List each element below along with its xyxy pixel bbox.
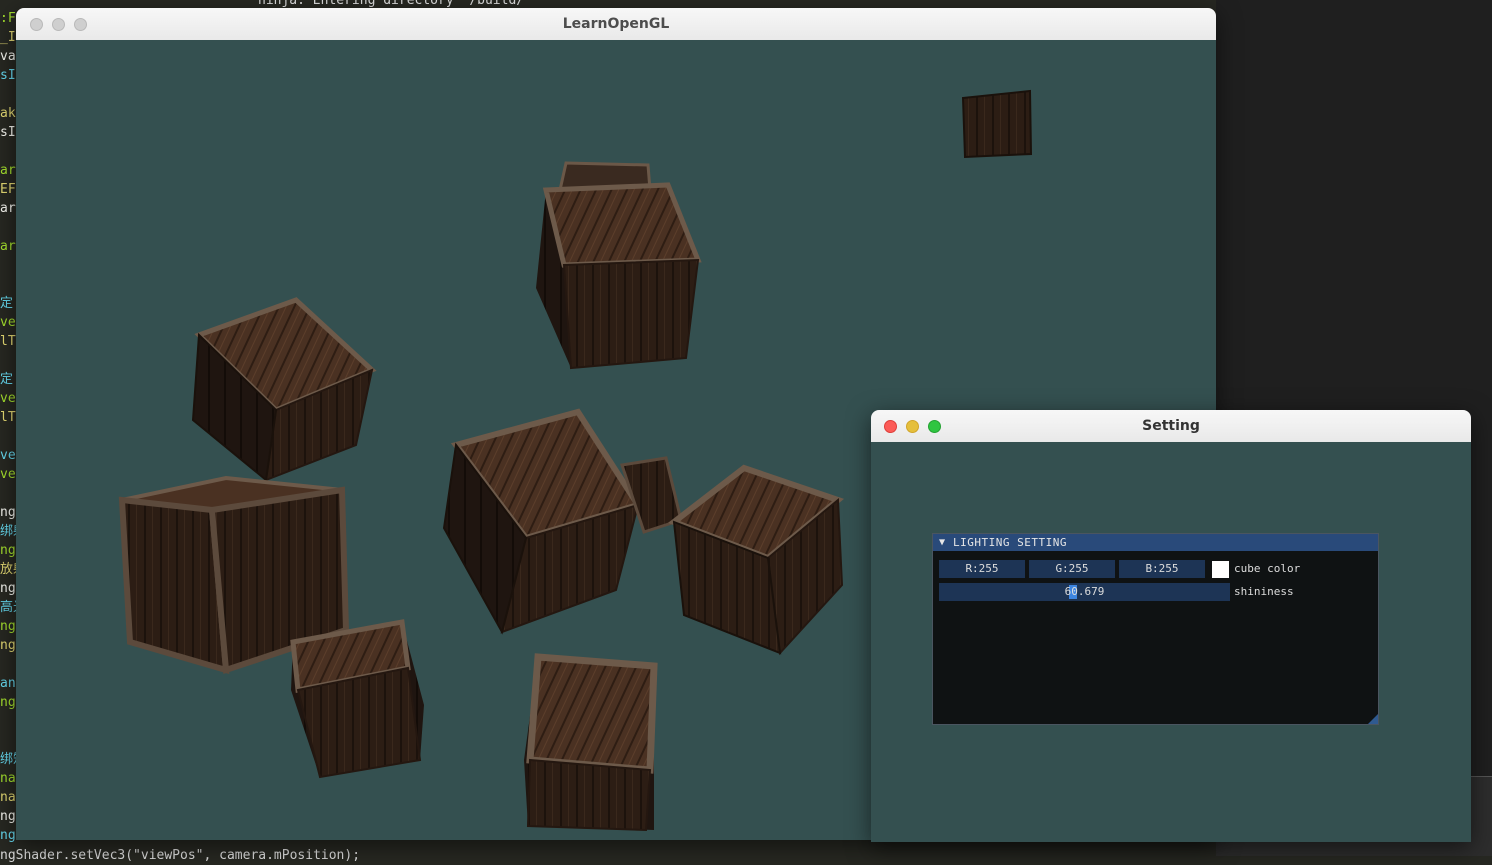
gutter-line: ng [0, 638, 16, 653]
gutter-line: :F [0, 11, 16, 26]
shininess-value: 60.679 [1064, 585, 1105, 598]
gutter-line: ve [0, 315, 16, 330]
crate [961, 89, 1033, 159]
crate [191, 297, 377, 482]
resize-grip[interactable] [1368, 714, 1378, 724]
cube-color-label: cube color [1234, 562, 1301, 575]
gutter-line: ng [0, 695, 16, 710]
window-title: Setting [1142, 418, 1200, 434]
setting-window: Setting ▼ LIGHTING SETTING R:255 G:255 B… [871, 410, 1471, 842]
window-title: LearnOpenGL [562, 16, 670, 32]
main-titlebar[interactable]: LearnOpenGL [16, 8, 1216, 41]
gutter-line: ng [0, 581, 16, 596]
lighting-setting-panel: ▼ LIGHTING SETTING R:255 G:255 B:255 cub… [932, 533, 1379, 725]
gutter-line: ng [0, 828, 16, 843]
gutter-line: ng [0, 543, 16, 558]
crate [536, 161, 702, 370]
gutter-line: EF [0, 182, 16, 197]
blue-field[interactable]: B:255 [1119, 560, 1205, 578]
shininess-slider[interactable]: 60.679 [939, 583, 1230, 601]
panel-title: LIGHTING SETTING [953, 536, 1067, 549]
crate [524, 653, 658, 832]
red-field[interactable]: R:255 [939, 560, 1025, 578]
gutter-line: sI [0, 125, 16, 140]
crate [290, 619, 424, 779]
crate [667, 464, 845, 656]
crate [442, 408, 683, 635]
code-line-bottom: ngShader.setVec3("viewPos", camera.mPosi… [0, 848, 361, 863]
setting-titlebar[interactable]: Setting [871, 410, 1471, 443]
color-swatch[interactable] [1212, 561, 1229, 578]
setting-viewport: ▼ LIGHTING SETTING R:255 G:255 B:255 cub… [871, 442, 1471, 842]
shininess-label: shininess [1234, 585, 1294, 598]
collapse-arrow-icon[interactable]: ▼ [939, 534, 945, 551]
panel-header[interactable]: ▼ LIGHTING SETTING [933, 534, 1378, 551]
gutter-line: ng [0, 619, 16, 634]
green-field[interactable]: G:255 [1029, 560, 1115, 578]
gutter-line: ng [0, 505, 16, 520]
gutter-line: ve [0, 391, 16, 406]
gutter-line: ng [0, 809, 16, 824]
